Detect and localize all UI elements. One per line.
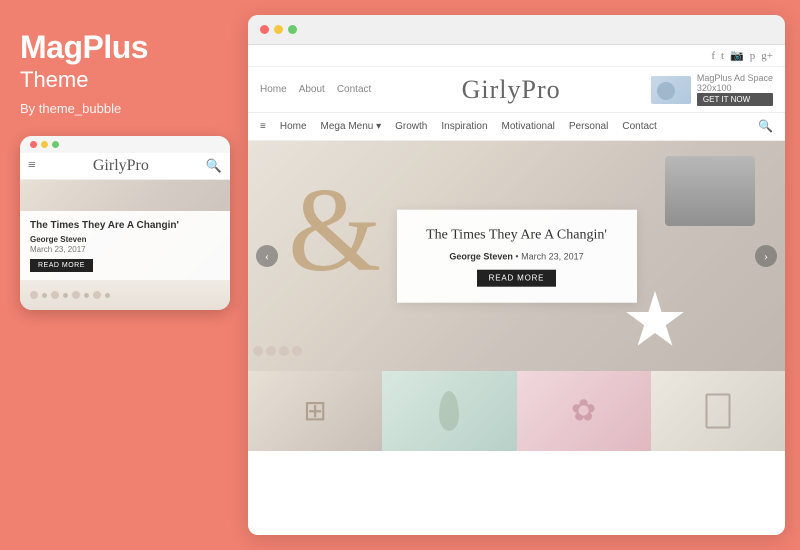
author-label: By theme_bubble <box>20 101 228 116</box>
ad-info: MagPlus Ad Space 320x100 GET IT NOW <box>697 73 773 106</box>
hero-bead-2 <box>266 346 276 356</box>
mobile-logo: GirlyPro <box>93 157 149 175</box>
bead-5 <box>72 291 80 299</box>
browser-dot-red <box>260 25 269 34</box>
mobile-hamburger-icon[interactable]: ≡ <box>28 158 36 174</box>
bead-3 <box>51 291 59 299</box>
mobile-hero-overlay: The Times They Are A Changin' George Ste… <box>20 211 230 280</box>
main-nav-left: ≡ Home Mega Menu ▾ Growth Inspiration Mo… <box>260 121 657 132</box>
theme-title: MagPlus <box>20 30 228 65</box>
thumbnail-3[interactable]: ✿ <box>517 371 651 451</box>
hero-article-card: The Times They Are A Changin' George Ste… <box>397 210 637 303</box>
mobile-top-bar <box>20 136 230 153</box>
thumbnail-2[interactable] <box>382 371 516 451</box>
ad-image <box>651 76 691 104</box>
hero-bead-4 <box>292 346 302 356</box>
desktop-logo: GirlyPro <box>462 75 561 105</box>
browser-dot-yellow <box>274 25 283 34</box>
nav-contact-link[interactable]: Contact <box>337 84 371 95</box>
mobile-hero-image: The Times They Are A Changin' George Ste… <box>20 180 230 280</box>
hero-read-more-button[interactable]: READ MORE <box>477 269 557 286</box>
theme-subtitle: Theme <box>20 67 228 93</box>
hero-bead-3 <box>279 346 289 356</box>
main-navigation: ≡ Home Mega Menu ▾ Growth Inspiration Mo… <box>248 113 785 141</box>
mobile-dot-yellow <box>41 141 48 148</box>
mobile-article-title: The Times They Are A Changin' <box>30 219 220 232</box>
nav-item-personal[interactable]: Personal <box>569 121 608 132</box>
thumbnail-1[interactable]: ⊞ <box>248 371 382 451</box>
mobile-beads-decoration <box>20 280 230 310</box>
bead-2 <box>42 293 47 298</box>
hero-article-title: The Times They Are A Changin' <box>419 226 615 246</box>
nav-item-motivational[interactable]: Motivational <box>502 121 555 132</box>
ad-space: MagPlus Ad Space 320x100 GET IT NOW <box>651 73 773 106</box>
hero-article-meta: George Steven • March 23, 2017 <box>419 251 615 261</box>
thumb-decoration-1: ⊞ <box>303 394 326 428</box>
ad-size: 320x100 <box>697 83 773 93</box>
hero-next-button[interactable]: › <box>755 245 777 267</box>
nav-home-link[interactable]: Home <box>260 84 287 95</box>
desktop-top-nav: Home About Contact <box>260 84 371 95</box>
nav-item-contact[interactable]: Contact <box>622 121 656 132</box>
instagram-icon[interactable]: 📷 <box>730 49 744 62</box>
hero-beads-decoration <box>253 346 302 356</box>
hero-ampersand-decoration: & <box>288 161 381 299</box>
mobile-article-date: March 23, 2017 <box>30 245 220 254</box>
nav-item-megamenu[interactable]: Mega Menu ▾ <box>321 121 382 132</box>
thumbnail-4[interactable] <box>651 371 785 451</box>
desktop-content: f t 📷 p g+ Home About Contact GirlyPro M… <box>248 45 785 535</box>
googleplus-icon[interactable]: g+ <box>761 50 773 62</box>
mobile-nav: ≡ GirlyPro 🔍 <box>20 153 230 180</box>
hero-section: & ‹ › The Times They Are A Changin' Geor… <box>248 141 785 371</box>
thumb-decoration-4 <box>705 394 730 429</box>
thumb-decoration-3: ✿ <box>571 394 596 429</box>
bead-4 <box>63 293 68 298</box>
ad-title: MagPlus Ad Space <box>697 73 773 83</box>
thumb-decoration-2 <box>439 391 459 431</box>
twitter-icon[interactable]: t <box>721 50 724 62</box>
hero-article-date: March 23, 2017 <box>521 251 584 261</box>
mobile-search-icon[interactable]: 🔍 <box>206 158 222 174</box>
mobile-dot-red <box>30 141 37 148</box>
search-icon[interactable]: 🔍 <box>758 119 773 134</box>
hero-box-decoration <box>665 156 755 226</box>
mobile-read-more-button[interactable]: READ MORE <box>30 259 93 272</box>
left-panel: MagPlus Theme By theme_bubble ≡ GirlyPro… <box>0 0 248 550</box>
pinterest-icon[interactable]: p <box>750 50 756 62</box>
browser-dot-green <box>288 25 297 34</box>
browser-top-bar <box>248 15 785 45</box>
social-bar: f t 📷 p g+ <box>248 45 785 67</box>
bead-8 <box>105 293 110 298</box>
desktop-browser: f t 📷 p g+ Home About Contact GirlyPro M… <box>248 15 785 535</box>
nav-item-growth[interactable]: Growth <box>395 121 427 132</box>
nav-item-inspiration[interactable]: Inspiration <box>441 121 487 132</box>
nav-about-link[interactable]: About <box>299 84 325 95</box>
hero-article-author: George Steven <box>449 251 513 261</box>
bead-7 <box>93 291 101 299</box>
bead-1 <box>30 291 38 299</box>
hero-prev-button[interactable]: ‹ <box>256 245 278 267</box>
bead-6 <box>84 293 89 298</box>
thumbnail-row: ⊞ ✿ <box>248 371 785 451</box>
hamburger-icon[interactable]: ≡ <box>260 121 266 132</box>
nav-item-home[interactable]: Home <box>280 121 307 132</box>
desktop-header: Home About Contact GirlyPro MagPlus Ad S… <box>248 67 785 113</box>
mobile-article-author: George Steven <box>30 235 220 244</box>
mobile-dot-green <box>52 141 59 148</box>
ad-button[interactable]: GET IT NOW <box>697 93 773 106</box>
facebook-icon[interactable]: f <box>711 50 715 62</box>
mobile-mockup: ≡ GirlyPro 🔍 The Times They Are A Changi… <box>20 136 230 310</box>
hero-bead-1 <box>253 346 263 356</box>
